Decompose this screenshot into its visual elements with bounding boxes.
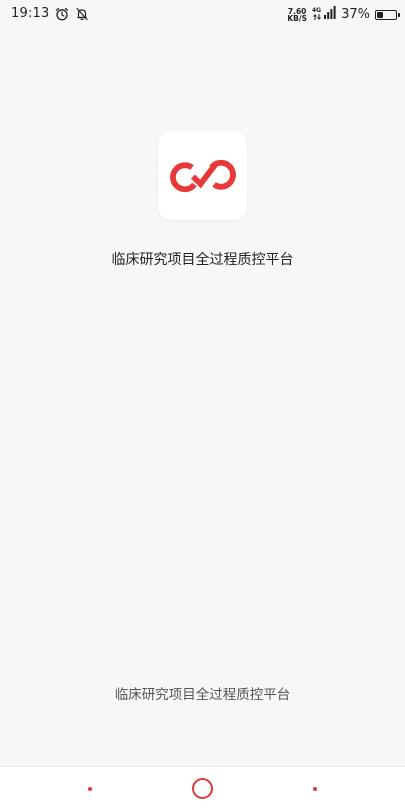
- status-bar-right: 7.60 KB/S 4G 37%: [287, 6, 400, 23]
- status-bar-left: 19:13: [11, 6, 89, 21]
- battery-level: [377, 11, 383, 18]
- network-speed-unit: KB/S: [287, 13, 307, 23]
- splash-screen: 19:13 7.60 KB/S 4G 37% 临床研究项目全过程质控平台 临床研…: [0, 0, 405, 810]
- alarm-clock-icon: [55, 7, 69, 21]
- status-time: 19:13: [11, 6, 50, 21]
- bell-off-icon: [75, 7, 89, 21]
- footer-app-name: 临床研究项目全过程质控平台: [114, 687, 291, 703]
- signal-bars-icon: [324, 6, 336, 23]
- infinity-check-logo-icon: [169, 159, 236, 192]
- recents-button[interactable]: [313, 787, 317, 791]
- app-logo: [158, 131, 247, 220]
- battery-percent: 37%: [341, 7, 370, 22]
- battery-icon: [375, 9, 400, 20]
- home-button[interactable]: [192, 778, 213, 799]
- network-type: 4G: [312, 7, 321, 22]
- navigation-bar: [0, 766, 405, 810]
- data-arrows-icon: [312, 13, 321, 22]
- status-bar: 19:13 7.60 KB/S 4G 37%: [0, 0, 405, 28]
- back-button[interactable]: [88, 787, 92, 791]
- network-speed: 7.60 KB/S: [287, 7, 307, 23]
- app-title: 临床研究项目全过程质控平台: [111, 252, 294, 268]
